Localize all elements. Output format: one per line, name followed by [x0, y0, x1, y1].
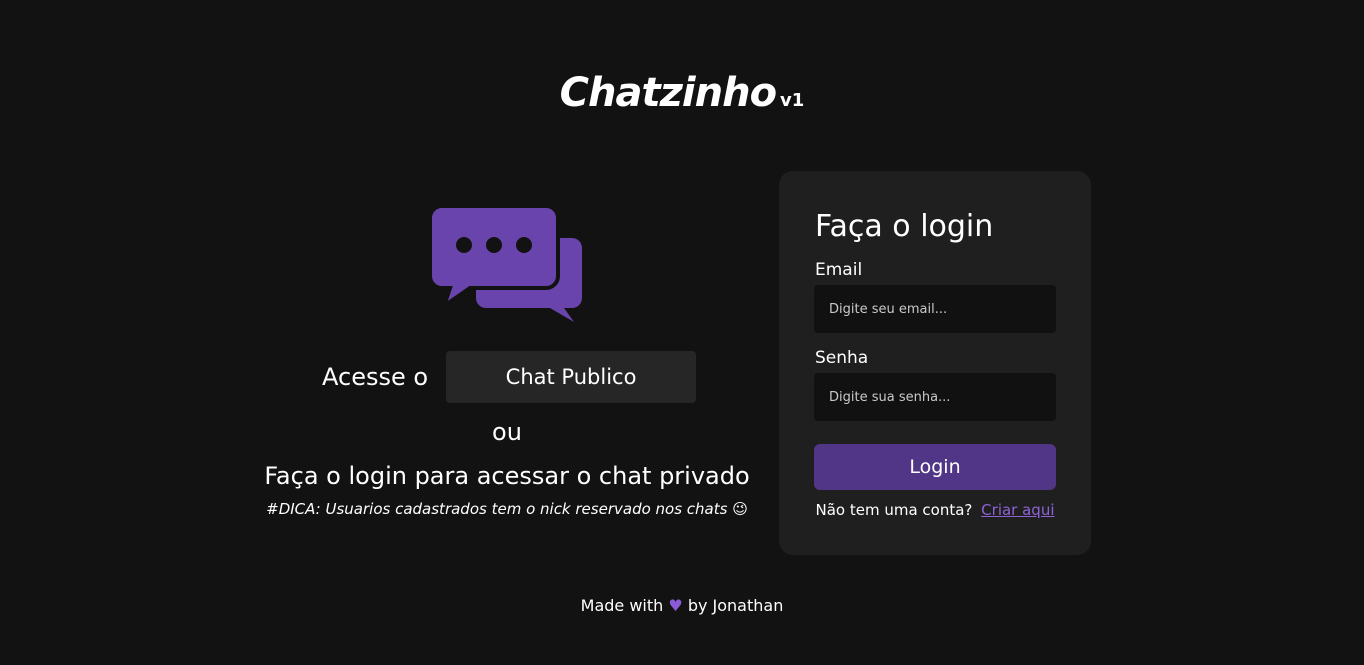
signup-link[interactable]: Criar aqui — [981, 501, 1054, 519]
footer: Made with ♥ by Jonathan — [0, 596, 1364, 615]
password-label: Senha — [815, 348, 869, 368]
heart-icon: ♥ — [668, 596, 683, 615]
or-text: ou — [492, 418, 522, 446]
footer-made-with: Made with — [580, 596, 664, 615]
password-field[interactable] — [814, 373, 1056, 421]
logo-version: v1 — [780, 90, 805, 111]
public-chat-button[interactable]: Chat Publico — [446, 351, 697, 403]
signup-row: Não tem uma conta? Criar aqui — [779, 501, 1091, 519]
tip-text: #DICA: Usuarios cadastrados tem o nick r… — [266, 500, 748, 518]
login-page: Chatzinho v1 Acesse o Chat Publico ou Faç… — [0, 0, 1364, 665]
login-title: Faça o login — [815, 209, 994, 244]
no-account-text: Não tem uma conta? — [815, 501, 973, 519]
login-card: Faça o login Email Senha Login Não tem u… — [779, 171, 1091, 555]
login-button[interactable]: Login — [814, 444, 1056, 490]
chat-bubbles-icon — [428, 204, 584, 324]
footer-author: by Jonathan — [687, 596, 784, 615]
access-label: Acesse o — [322, 363, 429, 391]
email-field[interactable] — [814, 285, 1056, 333]
email-label: Email — [815, 260, 863, 280]
logo-name: Chatzinho — [559, 70, 777, 116]
access-public-row: Acesse o Chat Publico — [322, 350, 697, 404]
app-logo: Chatzinho v1 — [0, 70, 1364, 116]
login-hint: Faça o login para acessar o chat privado — [264, 462, 750, 490]
